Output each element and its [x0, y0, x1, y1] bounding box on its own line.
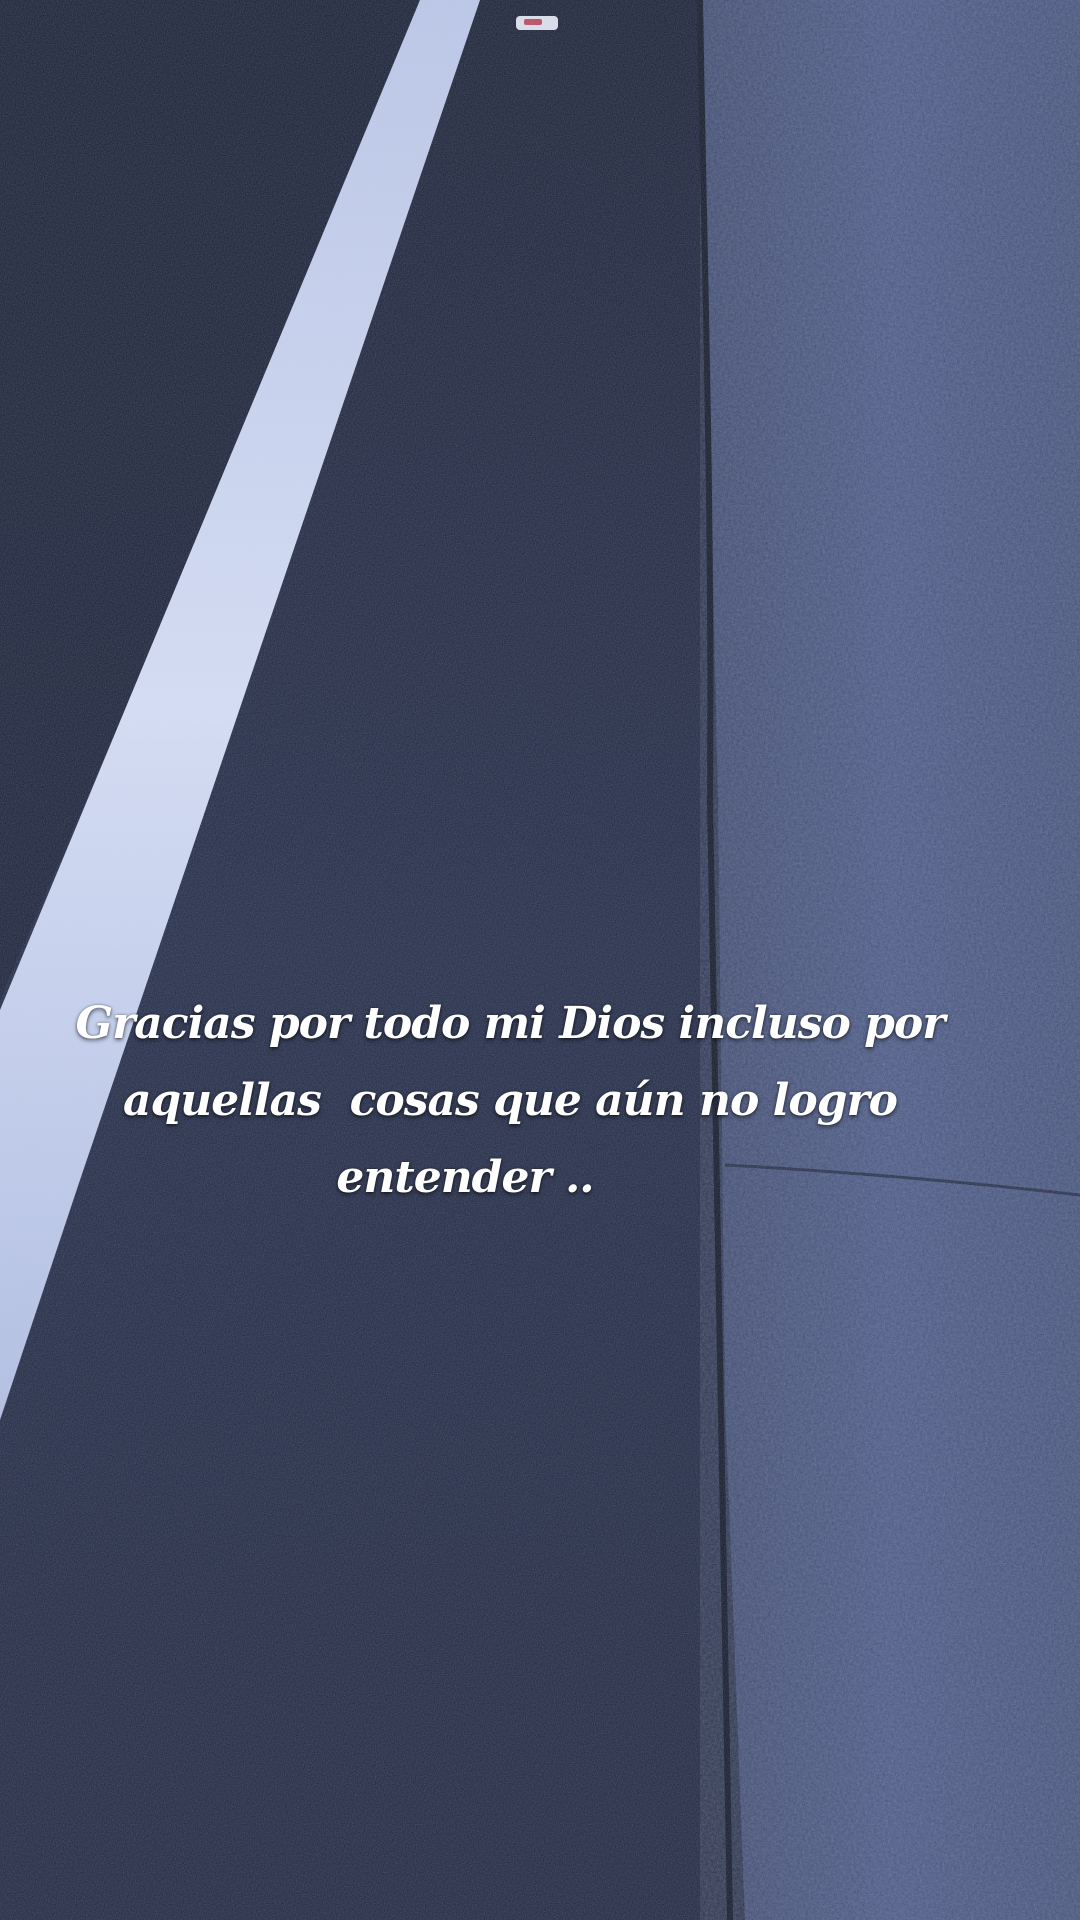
- caption-text: Gracias por todo mi Dios incluso por aqu…: [0, 985, 1080, 1216]
- road-background: [0, 0, 1080, 1920]
- caption-line-1: Gracias por todo mi Dios incluso por: [75, 998, 946, 1049]
- photo-scene: Gracias por todo mi Dios incluso por aqu…: [0, 0, 1080, 1920]
- caption-line-3: entender ..: [336, 1152, 594, 1203]
- caption-line-2: aquellas cosas que aún no logro: [122, 1075, 898, 1126]
